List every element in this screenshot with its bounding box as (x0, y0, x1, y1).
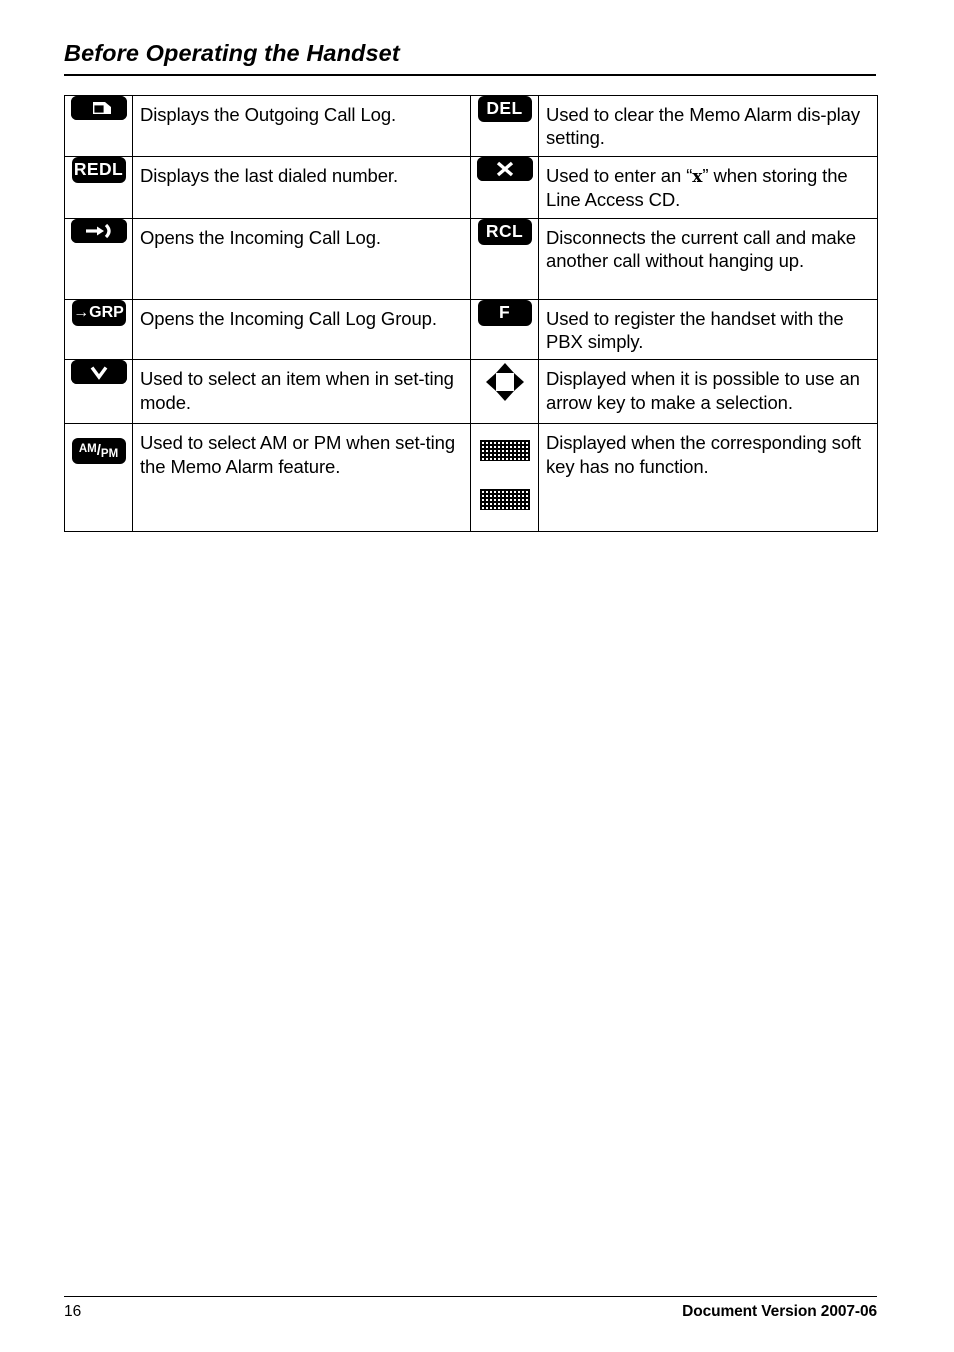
desc-cell: Displayed when it is possible to use an … (538, 359, 878, 425)
desc-cell: Disconnects the current call and make an… (538, 217, 878, 300)
icon-cell-f-key: F (470, 298, 539, 361)
description-text: Used to register the handset with the PB… (546, 307, 844, 353)
desc-cell: Used to enter an “x” when storing the Li… (538, 155, 878, 219)
f-key-icon: F (477, 299, 532, 326)
pm-label: PM (100, 447, 119, 460)
title-divider (64, 74, 876, 77)
icon-cell-navigation-arrows-indicator (470, 359, 539, 425)
down-select-key-icon (70, 360, 127, 385)
navigation-arrows-icon (483, 360, 527, 404)
desc-cell: Opens the Incoming Call Log Group. (132, 298, 471, 361)
key-description-table: Displays the Outgoing Call Log. DEL Used… (64, 95, 878, 533)
description-text: Disconnects the current call and make an… (546, 226, 856, 272)
icon-cell-x-key (470, 155, 539, 219)
rcl-key-icon: RCL (477, 218, 532, 245)
footer-divider (64, 1296, 877, 1297)
icon-cell-del-key: DEL (470, 95, 539, 157)
page-number: 16 (64, 1303, 82, 1320)
description-text: Displays the last dialed number. (140, 164, 398, 186)
blank-soft-key-icon (479, 440, 530, 462)
am-pm-key-icon: AM/PM (71, 438, 126, 465)
table-row: Opens the Incoming Call Log. RCL Disconn… (64, 217, 878, 300)
desc-cell: Displays the last dialed number. (132, 155, 471, 219)
description-text: Displays the Outgoing Call Log. (140, 104, 397, 125)
description-text: Used to select AM or PM when set-ting th… (140, 432, 456, 477)
description-text: Displayed when it is possible to use an … (546, 368, 860, 413)
icon-cell-down-select-key (64, 359, 133, 425)
icon-cell-rcl-key: RCL (470, 217, 539, 300)
table-row: REDL Displays the last dialed number. Us… (64, 155, 878, 219)
blank-soft-key-icon-bottom-wrap (471, 467, 538, 516)
description-text: Used to select an item when in set-ting … (140, 368, 454, 413)
desc-part-pre: Used to enter an “ (546, 164, 693, 186)
icon-cell-blank-soft-key-indicator (470, 423, 539, 533)
icon-cell-incoming-call-key (64, 217, 133, 300)
table-row: Displays the Outgoing Call Log. DEL Used… (64, 95, 878, 157)
blank-soft-key-icon (479, 489, 530, 511)
del-key-icon: DEL (477, 96, 532, 122)
incoming-call-group-key-icon: →GRP (71, 299, 126, 326)
outgoing-call-key-icon (70, 96, 127, 120)
blank-soft-key-icon-top-wrap (471, 424, 538, 467)
desc-cell: Used to register the handset with the PB… (538, 298, 878, 361)
description-text: Opens the Incoming Call Log. (140, 226, 381, 248)
description-text: Used to enter an “x” when storing the Li… (539, 157, 877, 218)
table-row: →GRP Opens the Incoming Call Log Group. … (64, 298, 878, 361)
table-row: AM/PM Used to select AM or PM when set-t… (64, 423, 878, 533)
desc-cell: Opens the Incoming Call Log. (132, 217, 471, 300)
description-text: Displayed when the corresponding soft ke… (546, 432, 862, 477)
incoming-call-key-icon (70, 218, 127, 243)
icon-cell-incoming-call-group-key: →GRP (64, 298, 133, 361)
document-version: Document Version 2007-06 (682, 1303, 877, 1320)
description-text: Opens the Incoming Call Log Group. (140, 307, 437, 329)
description-text: Used to clear the Memo Alarm dis-play se… (546, 104, 861, 149)
desc-cell: Displayed when the corresponding soft ke… (538, 423, 878, 533)
desc-cell: Displays the Outgoing Call Log. (132, 95, 471, 157)
desc-cell: Used to select AM or PM when set-ting th… (132, 423, 471, 533)
redial-key-icon: REDL (71, 156, 126, 183)
x-key-icon (476, 156, 533, 181)
page-title: Before Operating the Handset (64, 40, 400, 66)
desc-cell: Used to select an item when in set-ting … (132, 359, 471, 425)
icon-cell-outgoing-call-key (64, 95, 133, 157)
table-row: Used to select an item when in set-ting … (64, 359, 878, 425)
desc-part-x: x (692, 166, 703, 187)
desc-cell: Used to clear the Memo Alarm dis-play se… (538, 95, 878, 157)
am-label: AM (78, 442, 97, 455)
page-footer: 16 Document Version 2007-06 (64, 1303, 877, 1321)
page-header: Before Operating the Handset (64, 40, 876, 77)
icon-cell-redial-key: REDL (64, 155, 133, 219)
icon-cell-am-pm-key: AM/PM (64, 423, 133, 533)
